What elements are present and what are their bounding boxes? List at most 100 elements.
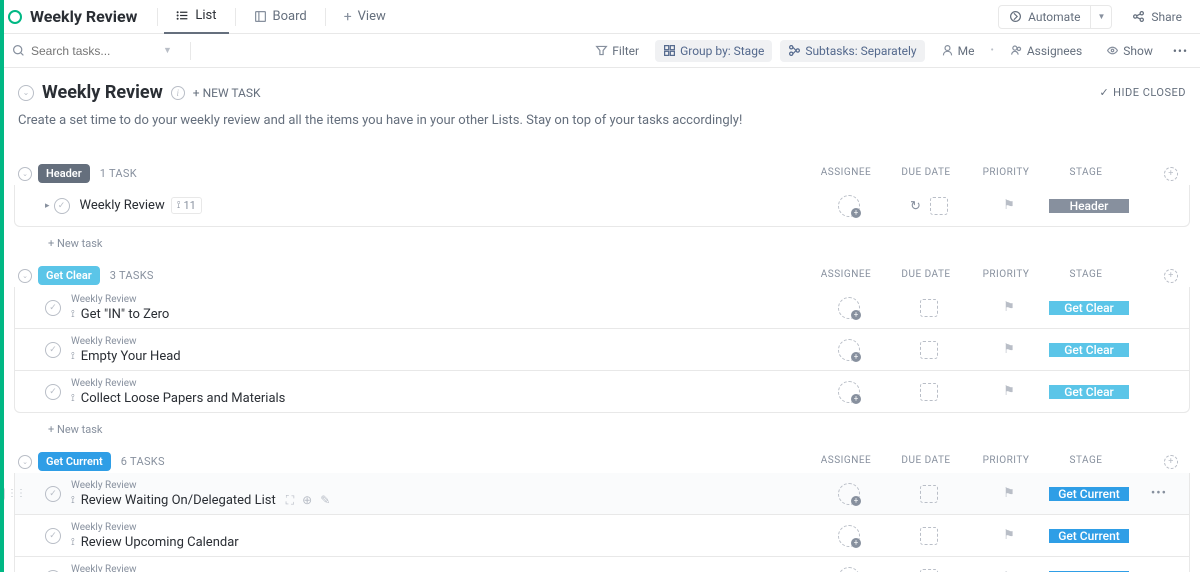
tab-add-view[interactable]: + View <box>332 0 398 34</box>
priority-flag-icon[interactable]: ⚑ <box>1003 486 1015 501</box>
column-header-assignee[interactable]: ASSIGNEE <box>806 269 886 283</box>
expand-caret-icon[interactable]: ▸ <box>45 201 50 211</box>
column-header-stage[interactable]: STAGE <box>1046 167 1126 181</box>
column-header-due[interactable]: DUE DATE <box>886 269 966 283</box>
share-button[interactable]: Share <box>1122 6 1192 28</box>
assignee-button[interactable] <box>838 195 860 217</box>
assignee-button[interactable] <box>838 297 860 319</box>
priority-flag-icon[interactable]: ⚑ <box>1003 528 1015 543</box>
group-collapse-button[interactable]: ⌄ <box>18 455 32 469</box>
new-task-inline-button[interactable]: + New task <box>14 227 1190 250</box>
stage-cell[interactable]: Get Clear <box>1049 385 1129 399</box>
parent-breadcrumb[interactable]: Weekly Review <box>71 522 809 533</box>
stage-pill[interactable]: Header <box>38 164 90 183</box>
add-column-button[interactable]: + <box>1164 167 1178 181</box>
search-input[interactable] <box>31 44 151 58</box>
column-header-stage[interactable]: STAGE <box>1046 269 1126 283</box>
new-task-inline-button[interactable]: + New task <box>14 413 1190 436</box>
parent-breadcrumb[interactable]: Weekly Review <box>71 378 809 389</box>
column-header-stage[interactable]: STAGE <box>1046 455 1126 469</box>
stage-cell[interactable]: Get Current <box>1049 529 1129 543</box>
task-name[interactable]: Get "IN" to Zero <box>81 307 170 322</box>
recurring-icon[interactable]: ↻ <box>910 199 924 213</box>
task-row[interactable]: ⋮⋮ ✓ Weekly Review ⟟ Review Waiting On/D… <box>14 473 1190 515</box>
due-date-button[interactable] <box>920 341 938 359</box>
assignee-button[interactable] <box>838 339 860 361</box>
complete-toggle[interactable]: ✓ <box>54 198 70 214</box>
stage-pill[interactable]: Get Clear <box>38 266 100 285</box>
priority-flag-icon[interactable]: ⚑ <box>1003 342 1015 357</box>
info-icon[interactable]: i <box>171 86 185 100</box>
column-header-assignee[interactable]: ASSIGNEE <box>806 455 886 469</box>
parent-breadcrumb[interactable]: Weekly Review <box>71 564 809 572</box>
new-task-button[interactable]: + NEW TASK <box>193 86 261 100</box>
column-header-due[interactable]: DUE DATE <box>886 455 966 469</box>
complete-toggle[interactable]: ✓ <box>45 342 61 358</box>
stage-cell[interactable]: Get Clear <box>1049 301 1129 315</box>
group-collapse-button[interactable]: ⌄ <box>18 167 32 181</box>
complete-toggle[interactable]: ✓ <box>45 384 61 400</box>
due-date-button[interactable] <box>920 383 938 401</box>
task-row[interactable]: ✓ Weekly Review ⟟ Review Action Lists ⚑ … <box>14 557 1190 572</box>
expand-icon[interactable]: ⛶ <box>286 493 294 508</box>
group-by-button[interactable]: Group by: Stage <box>655 40 772 62</box>
due-date-button[interactable] <box>920 527 938 545</box>
due-date-button[interactable] <box>920 299 938 317</box>
tab-list[interactable]: List <box>164 0 228 34</box>
assignee-button[interactable] <box>838 483 860 505</box>
chevron-down-icon[interactable]: ▼ <box>163 45 172 56</box>
drag-handle-icon[interactable]: ⋮⋮ <box>7 488 25 499</box>
assignees-button[interactable]: Assignees <box>1002 40 1090 62</box>
due-date-button[interactable] <box>930 197 948 215</box>
row-more-button[interactable]: ••• <box>1151 486 1167 501</box>
task-row[interactable]: ▸ ✓ Weekly Review ⟟11 ↻ ⚑ Header <box>14 185 1190 227</box>
task-name[interactable]: Empty Your Head <box>81 349 181 364</box>
column-header-priority[interactable]: PRIORITY <box>966 269 1046 283</box>
column-header-due[interactable]: DUE DATE <box>886 167 966 181</box>
add-column-button[interactable]: + <box>1164 269 1178 283</box>
column-header-priority[interactable]: PRIORITY <box>966 455 1046 469</box>
collapse-all-button[interactable]: ⌄ <box>18 85 34 101</box>
stage-pill[interactable]: Get Current <box>38 452 111 471</box>
task-row[interactable]: ✓ Weekly Review ⟟ Empty Your Head ⚑ Get … <box>14 329 1190 371</box>
parent-breadcrumb[interactable]: Weekly Review <box>71 336 809 347</box>
tab-board[interactable]: Board <box>242 0 319 34</box>
tag-icon[interactable]: ⊕ <box>302 493 312 507</box>
priority-flag-icon[interactable]: ⚑ <box>1003 300 1015 315</box>
row-select-checkbox[interactable] <box>4 487 5 501</box>
complete-toggle[interactable]: ✓ <box>45 528 61 544</box>
due-date-button[interactable] <box>920 485 938 503</box>
subtasks-button[interactable]: Subtasks: Separately <box>780 40 924 62</box>
assignee-button[interactable] <box>838 381 860 403</box>
assignee-button[interactable] <box>838 525 860 547</box>
task-row[interactable]: ✓ Weekly Review ⟟ Collect Loose Papers a… <box>14 371 1190 413</box>
stage-cell[interactable]: Get Current <box>1049 487 1129 501</box>
priority-flag-icon[interactable]: ⚑ <box>1003 384 1015 399</box>
automate-button[interactable]: Automate <box>998 5 1091 29</box>
complete-toggle[interactable]: ✓ <box>45 300 61 316</box>
task-name[interactable]: Weekly Review <box>80 198 165 213</box>
due-date-button[interactable] <box>920 569 938 572</box>
show-button[interactable]: Show <box>1098 40 1161 62</box>
task-row[interactable]: ✓ Weekly Review ⟟ Get "IN" to Zero ⚑ Get… <box>14 287 1190 329</box>
filter-button[interactable]: Filter <box>587 40 647 62</box>
automate-dropdown[interactable]: ▼ <box>1091 5 1112 29</box>
parent-breadcrumb[interactable]: Weekly Review <box>71 480 809 491</box>
priority-flag-icon[interactable]: ⚑ <box>1003 198 1015 213</box>
column-header-priority[interactable]: PRIORITY <box>966 167 1046 181</box>
complete-toggle[interactable]: ✓ <box>45 486 61 502</box>
assignee-button[interactable] <box>838 567 860 572</box>
task-row[interactable]: ✓ Weekly Review ⟟ Review Upcoming Calend… <box>14 515 1190 557</box>
task-name[interactable]: Review Upcoming Calendar <box>81 535 239 550</box>
edit-icon[interactable]: ✎ <box>320 493 330 507</box>
more-button[interactable]: ••• <box>1169 40 1192 62</box>
task-name[interactable]: Collect Loose Papers and Materials <box>81 391 286 406</box>
parent-breadcrumb[interactable]: Weekly Review <box>71 294 809 305</box>
me-button[interactable]: Me <box>933 40 983 62</box>
add-column-button[interactable]: + <box>1164 455 1178 469</box>
hide-closed-button[interactable]: ✓ HIDE CLOSED <box>1099 86 1186 99</box>
stage-cell[interactable]: Get Clear <box>1049 343 1129 357</box>
group-collapse-button[interactable]: ⌄ <box>18 269 32 283</box>
stage-cell[interactable]: Header <box>1049 199 1129 213</box>
task-name[interactable]: Review Waiting On/Delegated List <box>81 493 276 508</box>
